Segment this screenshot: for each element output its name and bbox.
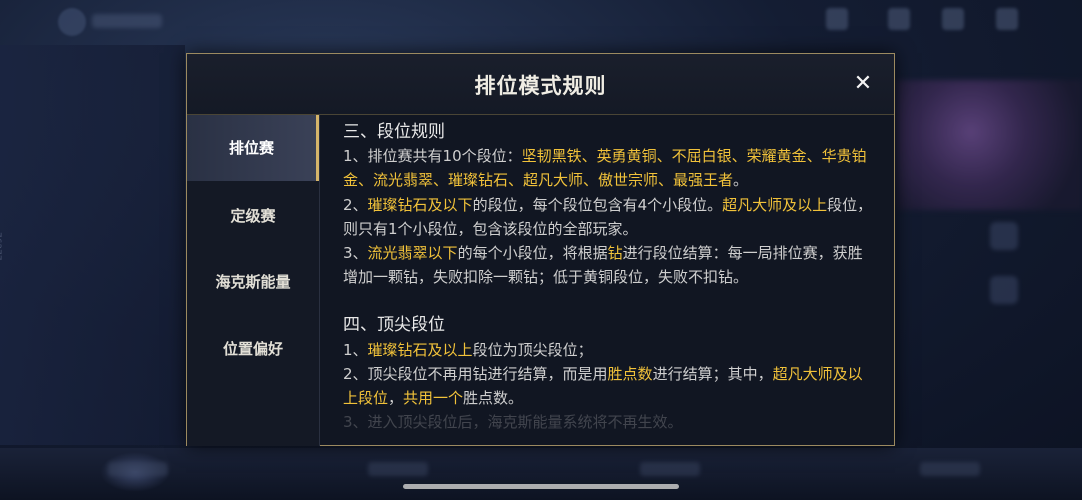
- logo-text: [92, 14, 162, 28]
- background-right-panel: [897, 80, 1082, 210]
- tab-position-preference[interactable]: 位置偏好: [187, 316, 319, 382]
- rule-4-3: 3、进入顶尖段位后，海克斯能量系统将不再生效。: [343, 413, 683, 432]
- bottom-bar-item-2: [368, 462, 428, 476]
- rule-3-3: 3、流光翡翠以下的每个小段位，将根据钻进行段位结算：每一局排位赛，获胜增加一颗钻…: [343, 244, 863, 287]
- top-bar-icon-3: [942, 8, 964, 30]
- top-bar-icon-4: [996, 8, 1018, 30]
- rule-3-1: 1、排位赛共有10个段位：坚韧黑铁、英勇黄铜、不屈白银、荣耀黄金、华贵铂金、流光…: [343, 147, 867, 190]
- tab-hextech-energy[interactable]: 海克斯能量: [187, 249, 319, 315]
- right-panel-icon-1: [990, 222, 1018, 250]
- tab-placement[interactable]: 定级赛: [187, 183, 319, 249]
- bottom-bar-item-1: [108, 462, 168, 476]
- dialog-header: 排位模式规则 ✕: [187, 54, 894, 115]
- rule-3-2: 2、璀璨钻石及以下的段位，每个段位包含有4个小段位。超凡大师及以上段位，则只有1…: [343, 195, 873, 238]
- right-panel-icon-2: [990, 276, 1018, 304]
- rule-4-2: 2、顶尖段位不再用钻进行结算，而是用胜点数进行结算；其中，超凡大师及以上段位，共…: [343, 364, 863, 408]
- bottom-bar-item-4: [920, 462, 980, 476]
- section-title-tier-rules: 三、段位规则: [343, 122, 445, 142]
- tab-ranked[interactable]: 排位赛: [187, 115, 319, 181]
- dialog-title: 排位模式规则: [474, 74, 607, 98]
- home-indicator[interactable]: [403, 484, 679, 489]
- tab-list: 排位赛 定级赛 海克斯能量 位置偏好: [187, 115, 320, 446]
- bottom-bar-item-3: [640, 462, 700, 476]
- rule-4-1: 1、璀璨钻石及以上段位为顶尖段位；: [343, 340, 593, 359]
- top-bar-icon-1: [826, 8, 848, 30]
- section-title-top-tiers: 四、顶尖段位: [343, 315, 445, 336]
- top-bar-icon-2: [888, 8, 910, 30]
- rules-content[interactable]: 三、段位规则 1、排位赛共有10个段位：坚韧黑铁、英勇黄铜、不屈白银、荣耀黄金、…: [343, 120, 873, 436]
- close-button[interactable]: ✕: [850, 71, 876, 97]
- background-top-bar: [0, 0, 1082, 45]
- game-logo-icon: [58, 8, 86, 36]
- background-left-strip: [0, 45, 185, 445]
- rules-dialog: 排位模式规则 ✕ 排位赛 定级赛 海克斯能量 位置偏好 三、段位规则 1、排位赛…: [186, 53, 895, 446]
- background-side-text: 76277: [0, 232, 2, 261]
